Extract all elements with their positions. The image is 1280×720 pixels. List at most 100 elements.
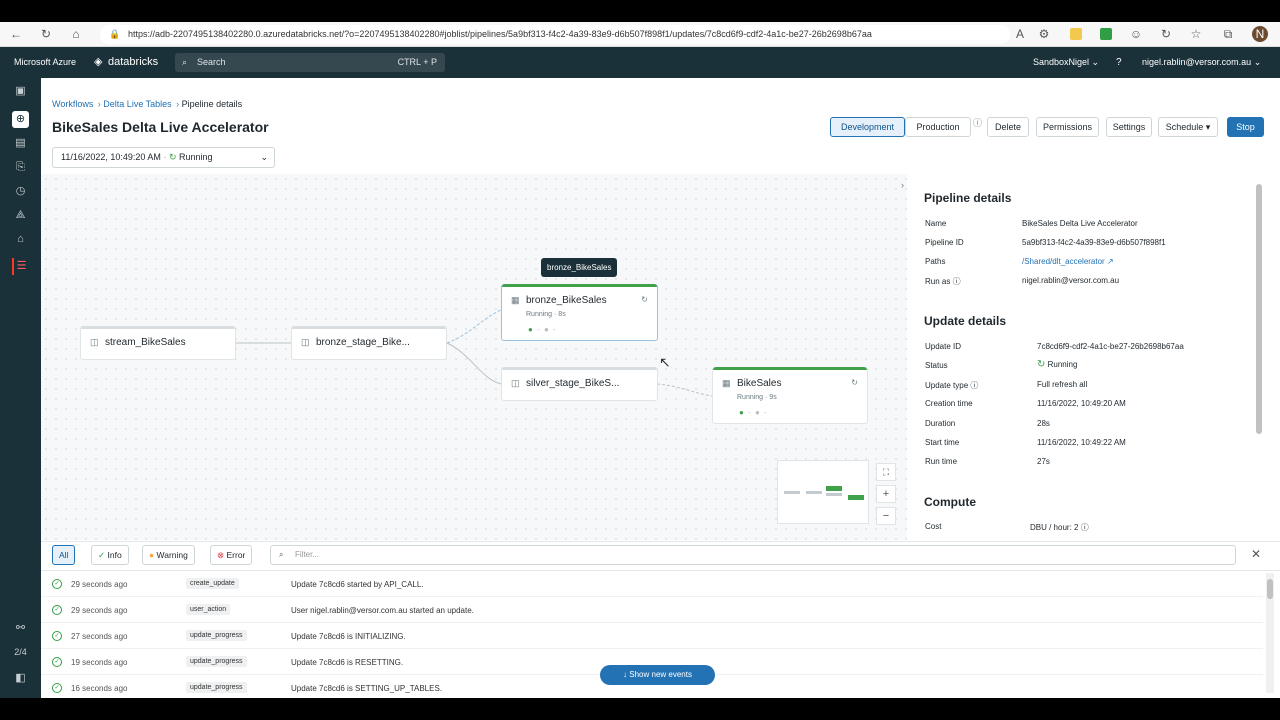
event-type: update_progress: [186, 682, 247, 693]
stop-button[interactable]: Stop: [1227, 117, 1264, 137]
filter-warning-button[interactable]: ● Warning: [142, 545, 195, 565]
breadcrumb-workflows[interactable]: Workflows: [52, 99, 93, 109]
create-icon[interactable]: ⊕: [12, 111, 29, 128]
pipeline-graph[interactable]: ◫ stream_BikeSales ◫ bronze_stage_Bike..…: [41, 174, 907, 540]
persona-switcher-icon[interactable]: ▣: [12, 83, 29, 100]
app-header: Microsoft Azure ◈ databricks ⌕ Search CT…: [0, 47, 1280, 78]
scrollbar-thumb[interactable]: [1267, 579, 1273, 599]
read-aloud-icon[interactable]: A: [1012, 26, 1028, 42]
event-time: 29 seconds ago: [71, 606, 128, 615]
repos-icon[interactable]: ⎘: [12, 159, 29, 176]
node-bronze-bikesales[interactable]: ▦ bronze_BikeSales ↻ Running · 8s ● - ● …: [501, 284, 658, 341]
name-label: Name: [925, 219, 947, 228]
azure-brand: Microsoft Azure: [14, 57, 77, 67]
update-selector[interactable]: 11/16/2022, 10:49:20 AM · ↻ Running ⌄: [52, 147, 275, 168]
name-value: BikeSales Delta Live Accelerator: [1022, 219, 1138, 228]
zoom-in-icon[interactable]: +: [876, 485, 896, 503]
filter-error-button[interactable]: ⊗ Error: [210, 545, 253, 565]
start-time-value: 11/16/2022, 10:49:22 AM: [1037, 438, 1126, 447]
minimap-node: [826, 493, 842, 496]
development-mode-button[interactable]: Development: [830, 117, 905, 137]
user-menu[interactable]: nigel.rablin@versor.com.au ⌄: [1142, 47, 1261, 78]
workspace-icon[interactable]: ▤: [12, 135, 29, 152]
minimap-node: [848, 495, 864, 500]
success-icon: ✓: [52, 683, 62, 693]
minimap-node: [826, 486, 842, 491]
start-time-label: Start time: [925, 438, 960, 447]
paths-label: Paths: [925, 257, 946, 266]
node-stream-bikesales[interactable]: ◫ stream_BikeSales: [80, 326, 236, 360]
info-icon[interactable]: ⓘ: [973, 116, 982, 129]
node-silver-stage[interactable]: ◫ silver_stage_BikeS...: [501, 367, 658, 401]
back-icon[interactable]: ←: [8, 26, 24, 42]
search-shortcut: CTRL + P: [397, 57, 437, 67]
production-mode-button[interactable]: Production: [905, 117, 971, 137]
help-icon[interactable]: ?: [1116, 47, 1122, 78]
permissions-button[interactable]: Permissions: [1036, 117, 1099, 137]
checkmark-extension-icon[interactable]: [1100, 28, 1112, 40]
data-icon[interactable]: ⟁: [12, 207, 29, 224]
collections-icon[interactable]: ⧉: [1220, 26, 1236, 42]
table-row[interactable]: ✓ 29 seconds ago user_action User nigel.…: [41, 597, 1263, 623]
node-tooltip: bronze_BikeSales: [541, 258, 618, 277]
info-icon[interactable]: ⓘ: [970, 381, 978, 390]
event-type: user_action: [186, 604, 231, 615]
table-icon: ▦: [722, 378, 731, 388]
zoom-out-icon[interactable]: −: [876, 507, 896, 525]
details-scrollbar[interactable]: [1256, 184, 1262, 434]
event-log-scrollbar[interactable]: [1266, 573, 1274, 693]
home-icon[interactable]: ⌂: [68, 26, 84, 42]
favorites-icon[interactable]: ☆: [1188, 26, 1204, 42]
extension-icon[interactable]: [1070, 28, 1082, 40]
delete-button[interactable]: Delete: [987, 117, 1029, 137]
edge-bronze-stage-to-silver-stage: [446, 342, 502, 385]
lock-icon: 🔒: [109, 29, 121, 39]
info-icon[interactable]: ⓘ: [953, 277, 961, 286]
workflows-icon[interactable]: ☰: [12, 258, 29, 275]
emoji-icon[interactable]: ☺: [1128, 26, 1144, 42]
schedule-button[interactable]: Schedule ▾: [1158, 117, 1218, 137]
node-bikesales[interactable]: ▦ BikeSales ↻ Running · 9s ● - ● -: [712, 367, 868, 424]
event-message: Update 7c8cd6 is INITIALIZING.: [291, 632, 406, 641]
close-icon[interactable]: ✕: [1251, 547, 1261, 561]
node-label: bronze_stage_Bike...: [316, 337, 410, 348]
node-bronze-stage[interactable]: ◫ bronze_stage_Bike...: [291, 326, 447, 360]
running-icon: ↻: [168, 152, 177, 162]
partner-connect-icon[interactable]: ⚯: [12, 620, 29, 637]
compute-icon[interactable]: ⌂: [12, 231, 29, 248]
collapse-sidebar-icon[interactable]: ◧: [12, 670, 29, 687]
breadcrumb-dlt[interactable]: Delta Live Tables: [103, 99, 171, 109]
status-label: Status: [925, 361, 948, 370]
collapse-panel-icon[interactable]: ›: [901, 180, 904, 190]
run-time-value: 27s: [1037, 457, 1050, 466]
node-label: BikeSales: [737, 378, 782, 389]
info-icon[interactable]: ⓘ: [1081, 523, 1089, 532]
table-row[interactable]: ✓ 27 seconds ago update_progress Update …: [41, 623, 1263, 649]
filter-info-button[interactable]: ✓ Info: [91, 545, 129, 565]
arrow-down-icon: ↓: [623, 670, 628, 679]
chevron-down-icon: ⌄: [260, 152, 268, 162]
graph-minimap[interactable]: [777, 460, 869, 524]
reload-icon[interactable]: ↻: [38, 26, 54, 42]
update-timestamp: 11/16/2022, 10:49:20 AM: [61, 152, 161, 162]
event-time: 19 seconds ago: [71, 658, 128, 667]
address-bar[interactable]: 🔒 https://adb-2207495138402280.0.azureda…: [100, 25, 1010, 44]
event-time: 27 seconds ago: [71, 632, 128, 641]
profile-avatar[interactable]: N: [1252, 26, 1268, 42]
event-filter-input[interactable]: ⌕ Filter...: [270, 545, 1236, 565]
left-nav: ▣ ⊕ ▤ ⎘ ◷ ⟁ ⌂ ☰ ⚯ 2/4 ◧: [0, 78, 41, 698]
tracking-icon[interactable]: ⚙: [1036, 26, 1052, 42]
success-icon: ✓: [52, 605, 62, 615]
show-new-events-button[interactable]: ↓ Show new events: [600, 665, 715, 685]
main-content: Workflows › Delta Live Tables › Pipeline…: [41, 78, 1280, 698]
filter-all-button[interactable]: All: [52, 545, 76, 565]
settings-button[interactable]: Settings: [1106, 117, 1152, 137]
search-input[interactable]: ⌕ Search CTRL + P: [175, 53, 445, 72]
paths-link[interactable]: /Shared/dlt_accelerator ↗: [1022, 257, 1114, 266]
fit-view-icon[interactable]: ⛶: [876, 463, 896, 481]
table-row[interactable]: ✓ 29 seconds ago create_update Update 7c…: [41, 571, 1263, 597]
recents-icon[interactable]: ◷: [12, 183, 29, 200]
refresh-extension-icon[interactable]: ↻: [1158, 26, 1174, 42]
workspace-switcher[interactable]: SandboxNigel ⌄: [1033, 47, 1099, 78]
creation-time-label: Creation time: [925, 399, 973, 408]
